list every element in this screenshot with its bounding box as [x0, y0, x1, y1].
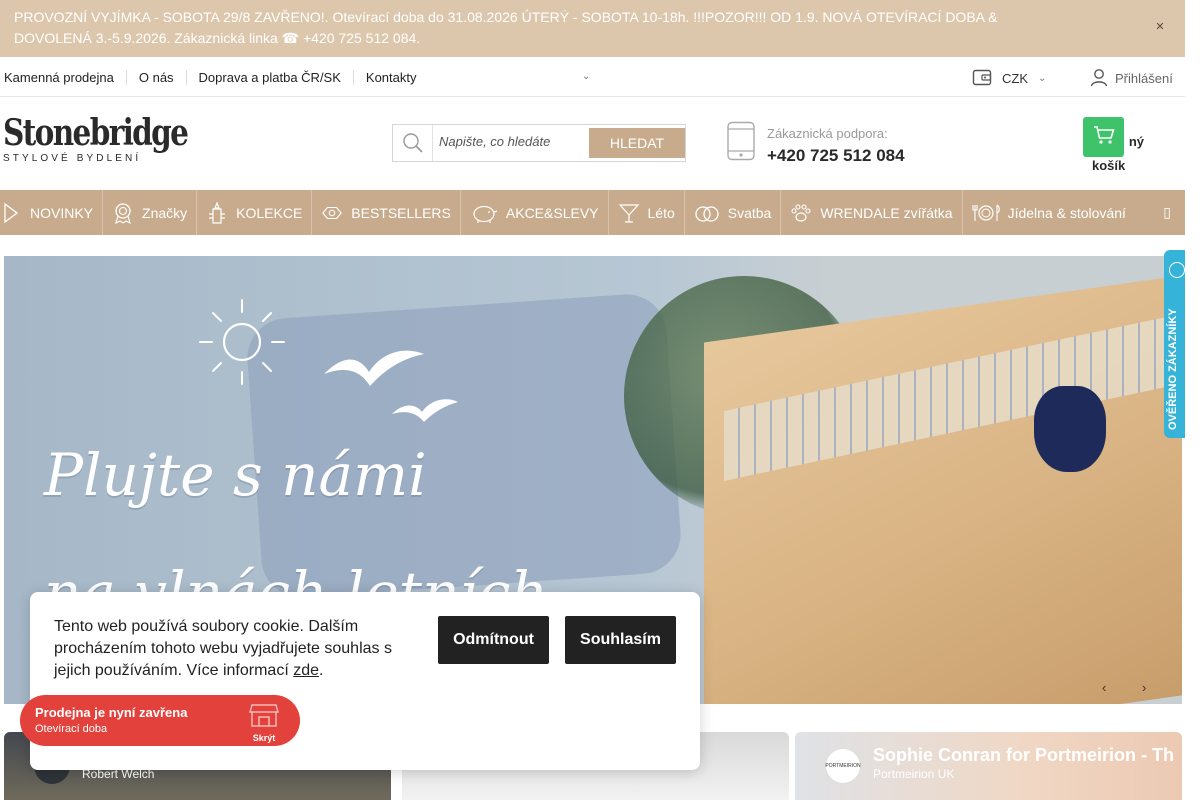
- logo-tagline: STYLOVÉ BYDLENÍ: [3, 153, 142, 164]
- currency-selector[interactable]: CZK ⌄: [972, 67, 1046, 90]
- category-label: Léto: [647, 204, 675, 221]
- link-kamenna-prodejna[interactable]: Kamenná prodejna: [4, 70, 126, 85]
- logo-wordmark: Stonebridge: [3, 112, 189, 154]
- category-bestsellers[interactable]: BESTSELLERS: [312, 190, 461, 235]
- search-input[interactable]: [439, 134, 579, 149]
- cart-label-line2: košík: [1092, 158, 1126, 173]
- site-header: Stonebridge STYLOVÉ BYDLENÍ HLEDAT Zákaz…: [0, 97, 1185, 190]
- cookie-trailing: .: [319, 662, 324, 679]
- hide-store-widget-button[interactable]: Skrýt: [249, 703, 279, 743]
- cookie-message: Tento web používá soubory cookie. Dalším…: [54, 616, 409, 682]
- category-jidelna[interactable]: Jídelna & stolování: [963, 190, 1135, 235]
- category-leto[interactable]: Léto: [609, 190, 685, 235]
- store-status-text: Prodejna je nyní zavřena: [35, 705, 188, 720]
- verified-by-customers-tab[interactable]: OVĚŘENO ZÁKAZNÍKY: [1164, 250, 1185, 438]
- category-label: Svatba: [727, 204, 772, 221]
- search-bar: HLEDAT: [392, 124, 686, 162]
- currency-label: CZK: [1002, 71, 1028, 86]
- announcement-bar: PROVOZNÍ VYJÍMKA - SOBOTA 29/8 ZAVŘENO!.…: [0, 0, 1185, 57]
- announcement-text: PROVOZNÍ VYJÍMKA - SOBOTA 29/8 ZAVŘENO!.…: [14, 9, 998, 46]
- support-phone[interactable]: +420 725 512 084: [767, 146, 905, 166]
- category-navigation: NOVINKY Značky KOLEKCE BESTSELLERS AKCE&…: [0, 190, 1185, 235]
- prev-slide-icon[interactable]: ‹: [1102, 680, 1116, 695]
- category-label: BESTSELLERS: [351, 204, 451, 221]
- category-akce-slevy[interactable]: AKCE&SLEVY: [461, 190, 609, 235]
- hero-line-1: Plujte s námi: [44, 441, 427, 509]
- login-label: Přihlášení: [1115, 71, 1173, 86]
- channel-avatar-icon: PORTMEIRION: [825, 748, 861, 784]
- store-status-widget: Prodejna je nyní zavřena Otevírací doba …: [20, 695, 300, 746]
- top-links: Kamenná prodejna O nás Doprava a platba …: [4, 70, 429, 85]
- star-icon: [0, 202, 22, 224]
- opening-hours-link[interactable]: Otevírací doba: [35, 723, 107, 735]
- accept-cookies-button[interactable]: Souhlasím: [565, 616, 676, 664]
- collection-icon: [206, 201, 228, 224]
- cookie-text: Tento web používá soubory cookie. Dalším…: [54, 618, 392, 679]
- category-wrendale[interactable]: WRENDALE zvířátka: [781, 190, 963, 235]
- category-label: KOLEKCE: [236, 204, 303, 221]
- video-thumbnail-3[interactable]: PORTMEIRION Sophie Conran for Portmeirio…: [795, 732, 1182, 800]
- storefront-icon: [249, 704, 279, 731]
- search-button[interactable]: HLEDAT: [589, 128, 685, 158]
- category-svatba[interactable]: Svatba: [685, 190, 782, 235]
- category-label: Značky: [142, 204, 188, 221]
- close-icon[interactable]: ✕: [1153, 20, 1167, 34]
- paw-icon: [790, 202, 812, 224]
- hero-vase-shape: [1034, 386, 1106, 472]
- badge-icon: [112, 202, 134, 224]
- hide-label: Skrýt: [252, 733, 276, 743]
- chevron-down-icon[interactable]: ⌄: [582, 71, 590, 82]
- video-channel: Portmeirion UK: [873, 767, 955, 781]
- sun-and-birds-illustration: [199, 299, 458, 422]
- next-slide-icon[interactable]: ›: [1142, 680, 1156, 695]
- category-kolekce[interactable]: KOLEKCE: [197, 190, 313, 235]
- cart-button[interactable]: [1083, 117, 1124, 157]
- cocktail-icon: [618, 202, 640, 224]
- best-icon: [321, 202, 343, 224]
- chevron-down-icon: ⌄: [1038, 73, 1047, 84]
- reject-cookies-button[interactable]: Odmítnout: [438, 616, 549, 664]
- category-label: NOVINKY: [30, 204, 94, 221]
- cookie-more-link[interactable]: zde: [293, 662, 319, 679]
- category-label: Jídelna & stolování: [1007, 204, 1126, 221]
- more-menu-icon[interactable]: ▯: [1163, 204, 1171, 221]
- category-znacky[interactable]: Značky: [103, 190, 198, 235]
- wallet-icon: [972, 67, 992, 90]
- logo[interactable]: Stonebridge STYLOVÉ BYDLENÍ: [3, 115, 228, 164]
- link-doprava-a-platba[interactable]: Doprava a platba ČR/SK: [185, 70, 353, 85]
- category-label: AKCE&SLEVY: [505, 204, 599, 221]
- cart-icon: [1093, 125, 1115, 150]
- category-label: WRENDALE zvířátka: [820, 204, 953, 221]
- link-kontakty[interactable]: Kontakty: [352, 70, 429, 85]
- cutlery-icon: [972, 202, 1000, 224]
- video-title: Sophie Conran for Portmeirion - Th: [873, 745, 1174, 765]
- rings-icon: [694, 202, 720, 224]
- piggy-bank-icon: [470, 202, 498, 224]
- verified-label: OVĚŘENO ZÁKAZNÍKY: [1167, 308, 1179, 430]
- top-navigation: Kamenná prodejna O nás Doprava a platba …: [0, 57, 1185, 97]
- search-icon: [393, 125, 433, 161]
- phone-icon: [726, 121, 756, 166]
- support-label: Zákaznická podpora:: [767, 126, 888, 141]
- verified-badge-icon: [1169, 262, 1185, 278]
- user-icon: [1089, 67, 1109, 90]
- category-novinky[interactable]: NOVINKY: [0, 190, 104, 235]
- link-o-nas[interactable]: O nás: [125, 70, 186, 85]
- login-link[interactable]: Přihlášení: [1089, 67, 1173, 90]
